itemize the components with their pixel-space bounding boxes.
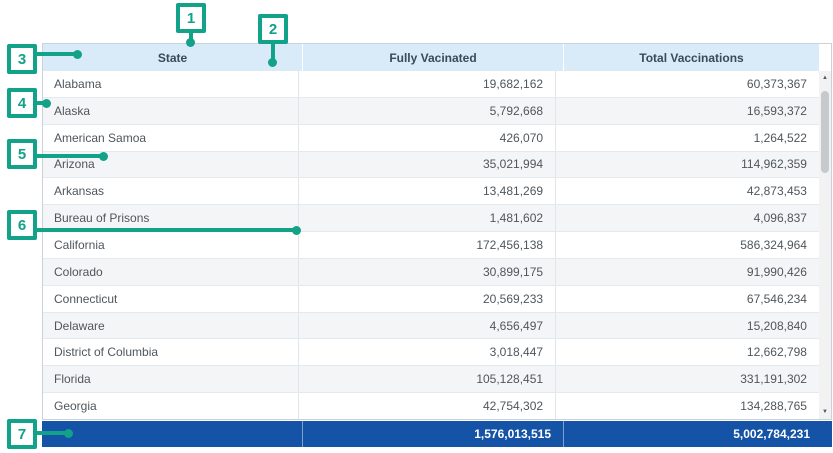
row-state-cell: Alabama: [43, 71, 298, 97]
callout-2-connector: [271, 43, 275, 59]
row-state-cell: District of Columbia: [43, 339, 298, 365]
row-total-vaccinations-cell: 586,324,964: [555, 232, 819, 258]
totals-fully-vaccinated: 1,576,013,515: [302, 421, 563, 447]
scroll-down-icon[interactable]: ▼: [819, 405, 831, 419]
row-total-vaccinations-cell: 114,962,359: [555, 152, 819, 178]
row-total-vaccinations-cell: 12,662,798: [555, 339, 819, 365]
row-total-vaccinations-cell: 60,373,367: [555, 71, 819, 97]
row-total-vaccinations-cell: 1,264,522: [555, 125, 819, 151]
row-fully-vaccinated-cell: 105,128,451: [298, 366, 555, 392]
callout-6-dot: [292, 226, 301, 235]
totals-row: 1,576,013,515 5,002,784,231: [42, 421, 832, 447]
table-row[interactable]: Arizona35,021,994114,962,359: [43, 152, 819, 179]
table-row[interactable]: Alabama19,682,16260,373,367: [43, 71, 819, 98]
callout-5-dot: [99, 152, 108, 161]
table-header-row: State Fully Vacinated Total Vaccinations: [43, 44, 819, 71]
table-row[interactable]: Georgia42,754,302134,288,765: [43, 393, 819, 419]
column-header-fully-vaccinated[interactable]: Fully Vacinated: [302, 44, 563, 71]
row-total-vaccinations-cell: 4,096,837: [555, 205, 819, 231]
totals-state-cell: [42, 421, 302, 447]
callout-4-label: 4: [7, 88, 37, 118]
table-row[interactable]: Colorado30,899,17591,990,426: [43, 259, 819, 286]
row-state-cell: Colorado: [43, 259, 298, 285]
row-fully-vaccinated-cell: 35,021,994: [298, 152, 555, 178]
table-row[interactable]: Arkansas13,481,26942,873,453: [43, 178, 819, 205]
scroll-up-icon[interactable]: ▲: [819, 71, 831, 85]
row-total-vaccinations-cell: 16,593,372: [555, 98, 819, 124]
row-total-vaccinations-cell: 42,873,453: [555, 178, 819, 204]
row-fully-vaccinated-cell: 30,899,175: [298, 259, 555, 285]
row-state-cell: Florida: [43, 366, 298, 392]
callout-2-dot: [268, 58, 277, 67]
callout-6-connector: [35, 228, 296, 232]
row-total-vaccinations-cell: 91,990,426: [555, 259, 819, 285]
table-row[interactable]: District of Columbia3,018,44712,662,798: [43, 339, 819, 366]
row-state-cell: Connecticut: [43, 286, 298, 312]
row-fully-vaccinated-cell: 42,754,302: [298, 393, 555, 419]
callout-3-connector: [35, 52, 78, 56]
callout-3-dot: [73, 50, 82, 59]
scrollbar-thumb[interactable]: [821, 91, 829, 173]
row-fully-vaccinated-cell: 4,656,497: [298, 313, 555, 339]
row-total-vaccinations-cell: 134,288,765: [555, 393, 819, 419]
column-header-state[interactable]: State: [43, 44, 302, 71]
row-total-vaccinations-cell: 331,191,302: [555, 366, 819, 392]
row-state-cell: Alaska: [43, 98, 298, 124]
callout-6-label: 6: [7, 210, 37, 240]
callout-3-label: 3: [7, 44, 37, 74]
row-fully-vaccinated-cell: 1,481,602: [298, 205, 555, 231]
callout-7-dot: [64, 429, 73, 438]
callout-1-label: 1: [176, 3, 206, 33]
row-fully-vaccinated-cell: 426,070: [298, 125, 555, 151]
row-state-cell: California: [43, 232, 298, 258]
callout-1-dot: [186, 38, 195, 47]
row-state-cell: Arkansas: [43, 178, 298, 204]
table-row[interactable]: California172,456,138586,324,964: [43, 232, 819, 259]
table-row[interactable]: Florida105,128,451331,191,302: [43, 366, 819, 393]
totals-total-vaccinations: 5,002,784,231: [563, 421, 832, 447]
row-total-vaccinations-cell: 67,546,234: [555, 286, 819, 312]
callout-5-label: 5: [7, 139, 37, 169]
row-state-cell: Delaware: [43, 313, 298, 339]
table-row[interactable]: Connecticut20,569,23367,546,234: [43, 286, 819, 313]
callout-7-label: 7: [7, 419, 37, 449]
table-row[interactable]: American Samoa426,0701,264,522: [43, 125, 819, 152]
row-fully-vaccinated-cell: 13,481,269: [298, 178, 555, 204]
vertical-scrollbar[interactable]: ▲ ▼: [819, 71, 831, 419]
column-header-total-vaccinations[interactable]: Total Vaccinations: [563, 44, 819, 71]
table-body: Alabama19,682,16260,373,367Alaska5,792,6…: [43, 71, 819, 419]
row-fully-vaccinated-cell: 3,018,447: [298, 339, 555, 365]
row-state-cell: American Samoa: [43, 125, 298, 151]
row-fully-vaccinated-cell: 19,682,162: [298, 71, 555, 97]
callout-5-connector: [35, 154, 103, 158]
callout-4-dot: [42, 99, 51, 108]
table-row[interactable]: Alaska5,792,66816,593,372: [43, 98, 819, 125]
row-fully-vaccinated-cell: 20,569,233: [298, 286, 555, 312]
row-state-cell: Georgia: [43, 393, 298, 419]
row-fully-vaccinated-cell: 172,456,138: [298, 232, 555, 258]
row-fully-vaccinated-cell: 5,792,668: [298, 98, 555, 124]
screenshot-canvas: State Fully Vacinated Total Vaccinations…: [0, 0, 833, 453]
row-total-vaccinations-cell: 15,208,840: [555, 313, 819, 339]
table-row[interactable]: Delaware4,656,49715,208,840: [43, 313, 819, 340]
callout-2-label: 2: [258, 14, 288, 44]
